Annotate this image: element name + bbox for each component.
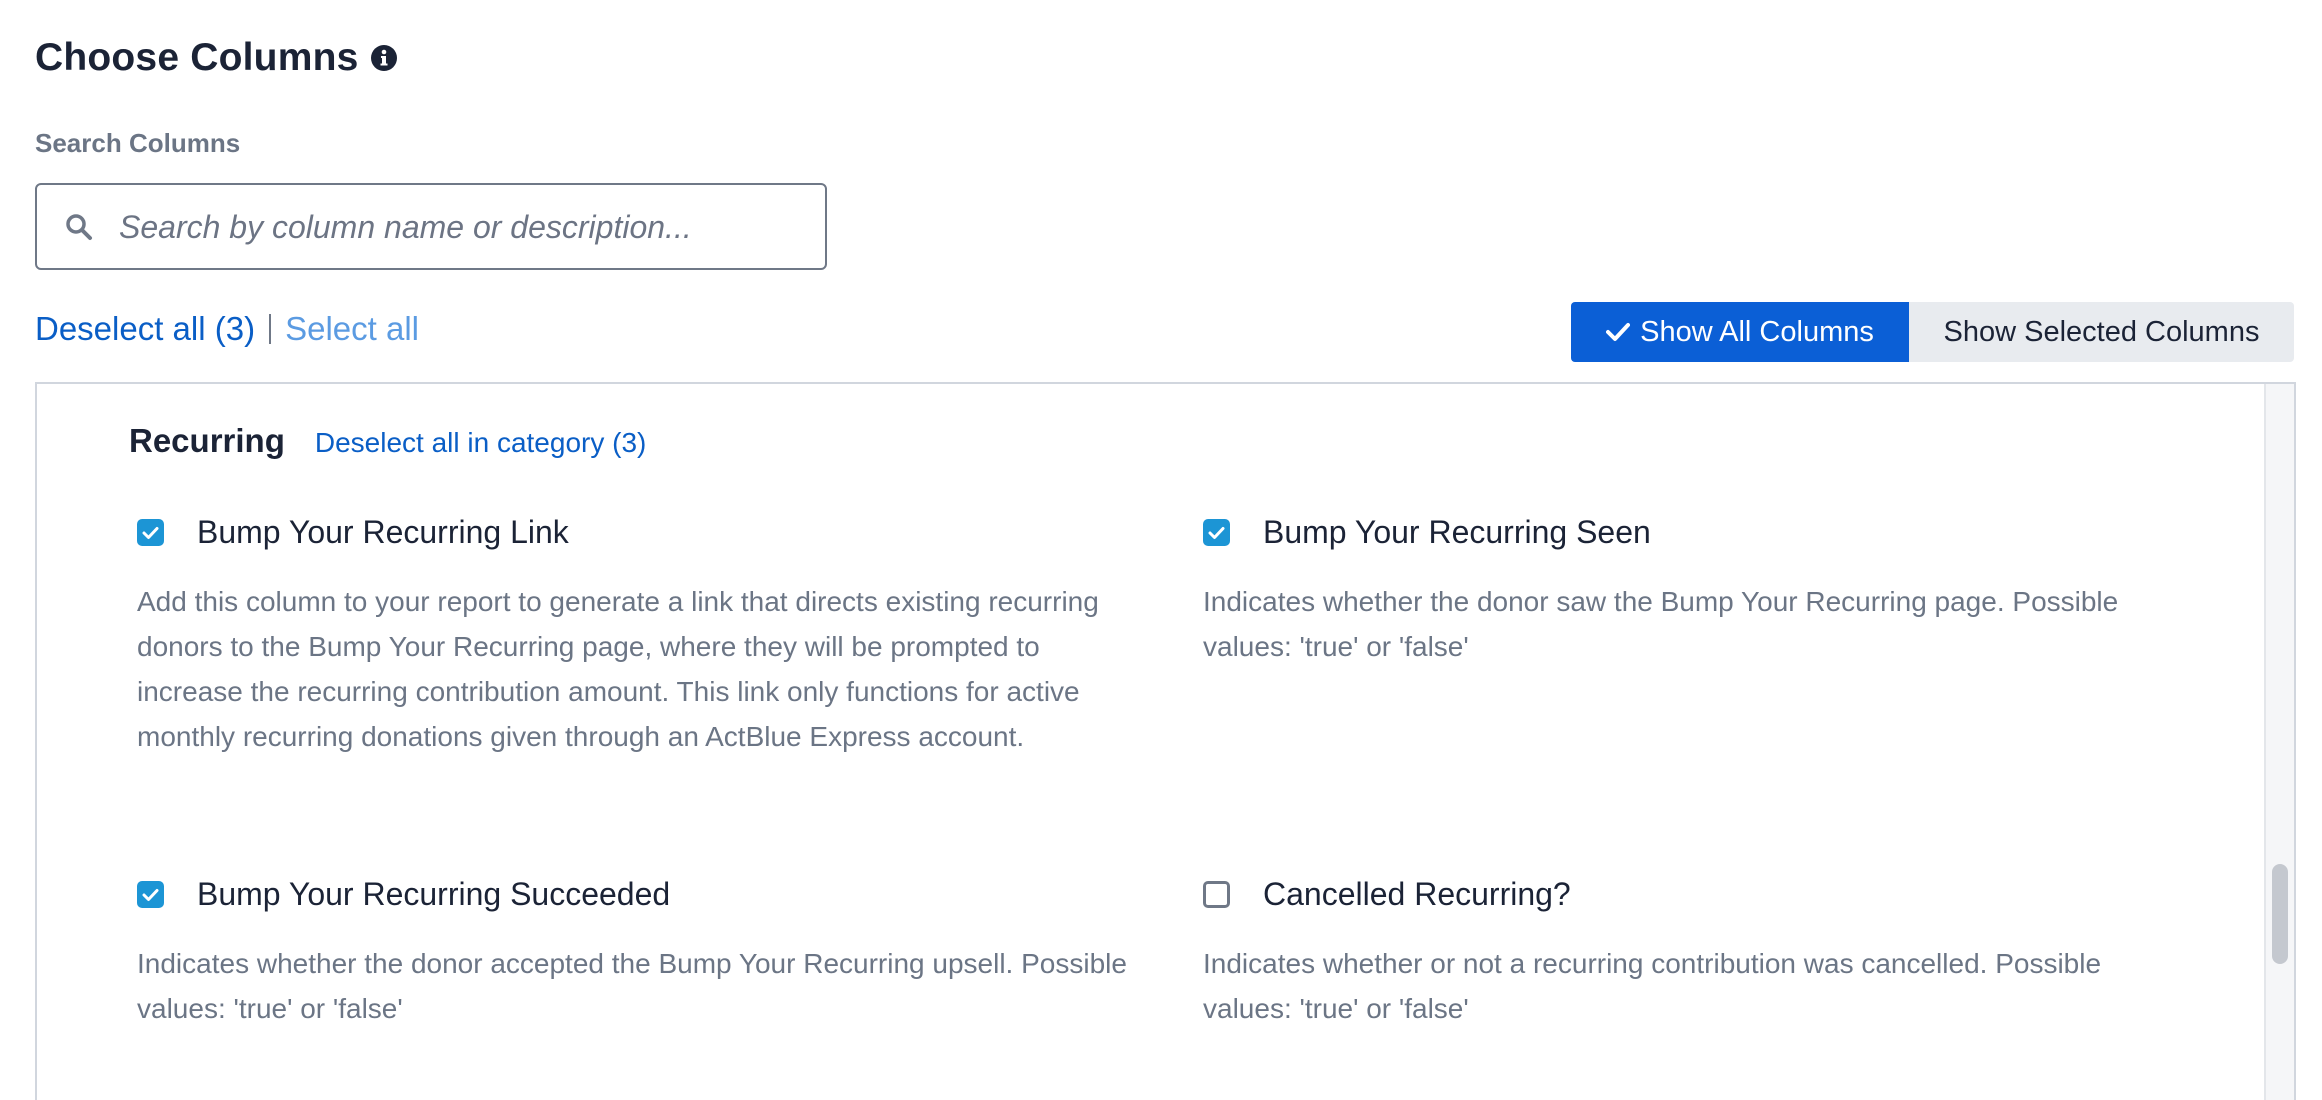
view-toggle: Show All Columns Show Selected Columns [1571,302,2294,362]
info-icon[interactable] [370,44,398,72]
column-item: Bump Your Recurring Link Add this column… [137,514,1127,759]
column-description: Indicates whether the donor saw the Bump… [1203,586,2119,662]
title-row: Choose Columns [35,36,398,80]
panel-scrollbar[interactable] [2264,384,2294,1100]
column-description: Add this column to your report to genera… [137,586,1099,752]
selection-links: Deselect all (3) Select all [35,310,419,348]
search-label: Search Columns [35,128,241,158]
show-selected-columns-button[interactable]: Show Selected Columns [1909,302,2294,362]
show-all-columns-label: Show All Columns [1640,315,1874,348]
scrollbar-thumb[interactable] [2272,864,2288,964]
check-icon [142,526,159,539]
check-icon [142,888,159,901]
deselect-all-link[interactable]: Deselect all (3) [35,310,255,348]
column-name: Bump Your Recurring Link [197,514,569,550]
page-title: Choose Columns [35,36,359,79]
column-item: Cancelled Recurring? Indicates whether o… [1203,876,2193,1031]
column-description: Indicates whether or not a recurring con… [1203,948,2102,1024]
checkbox-checked[interactable] [137,519,164,546]
column-name: Cancelled Recurring? [1263,876,1571,912]
show-all-columns-button[interactable]: Show All Columns [1571,302,1909,362]
column-name: Bump Your Recurring Succeeded [197,876,671,912]
column-item-header[interactable]: Bump Your Recurring Seen [1203,514,2193,551]
column-item-header[interactable]: Bump Your Recurring Link [137,514,1127,551]
deselect-category-link[interactable]: Deselect all in category (3) [315,427,646,459]
column-item-header[interactable]: Bump Your Recurring Succeeded [137,876,1127,913]
search-input[interactable] [117,199,811,256]
checkbox-checked[interactable] [137,881,164,908]
column-name: Bump Your Recurring Seen [1263,514,1651,550]
check-icon [1606,323,1631,341]
check-icon [1208,526,1225,539]
search-icon [65,213,93,241]
column-item: Bump Your Recurring Succeeded Indicates … [137,876,1127,1031]
search-box[interactable] [35,183,827,270]
show-selected-columns-label: Show Selected Columns [1943,315,2260,348]
checkbox-checked[interactable] [1203,519,1230,546]
columns-panel: Recurring Deselect all in category (3) B… [35,382,2296,1100]
checkbox-unchecked[interactable] [1203,881,1230,908]
column-item-header[interactable]: Cancelled Recurring? [1203,876,2193,913]
select-all-link[interactable]: Select all [285,310,419,348]
choose-columns-page: Choose Columns Search Columns Deselect a… [0,0,2322,1100]
link-divider [269,314,272,344]
column-description: Indicates whether the donor accepted the… [137,948,1127,1024]
category-title: Recurring [129,422,285,459]
category-header: Recurring Deselect all in category (3) [129,422,646,460]
column-item: Bump Your Recurring Seen Indicates wheth… [1203,514,2193,669]
